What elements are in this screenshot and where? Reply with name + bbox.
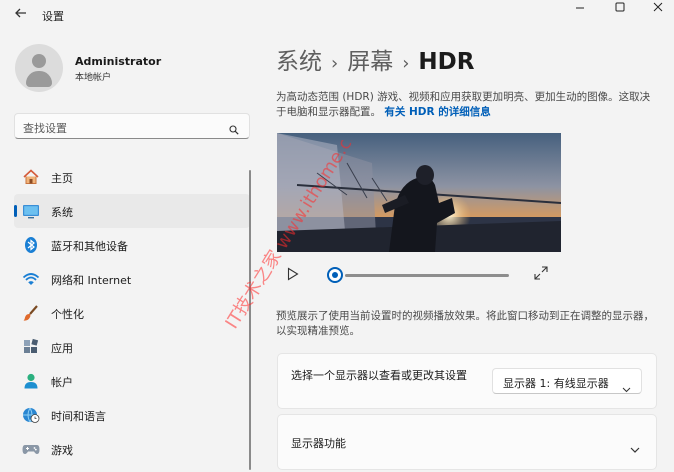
breadcrumb: 系统 › 屏幕 › HDR [276,42,474,76]
wifi-icon [22,270,40,288]
hdr-description: 为高动态范围 (HDR) 游戏、视频和应用获取更加明亮、更加生动的图像。这取决于… [276,90,656,120]
hdr-learn-more-link[interactable]: 有关 HDR 的详细信息 [384,106,490,118]
account-icon [22,372,40,390]
sidebar-item-label: 网络和 Internet [51,274,132,287]
sidebar-item-label: 应用 [51,342,73,355]
account-type: 本地帐户 [75,73,112,83]
maximize-icon[interactable] [606,2,634,16]
sidebar-item-time-language[interactable]: 时间和语言 [14,398,250,432]
sidebar-item-gaming[interactable]: 游戏 [14,432,250,466]
sidebar-item-label: 系统 [51,206,73,219]
sidebar-item-label: 蓝牙和其他设备 [51,240,128,253]
sidebar-item-system[interactable]: 系统 [14,194,250,228]
display-select-dropdown[interactable]: 显示器 1: 有线显示器 [492,368,642,394]
sidebar-item-home[interactable]: 主页 [14,160,250,194]
preview-description: 预览展示了使用当前设置时的视频播放效果。将此窗口移动到正在调整的显示器，以实现精… [276,310,654,337]
hdr-video-preview [277,133,561,252]
app-title: 设置 [42,10,64,23]
display-select-label: 选择一个显示器以查看或更改其设置 [291,369,467,382]
search-placeholder: 查找设置 [23,122,67,135]
active-indicator [14,205,17,217]
display-features-card[interactable]: 显示器功能 [277,414,657,470]
display-select-value: 显示器 1: 有线显示器 [503,377,609,390]
sidebar-scrollbar[interactable] [249,170,251,470]
sidebar-item-bluetooth[interactable]: 蓝牙和其他设备 [14,228,250,262]
home-icon [22,168,40,186]
gamepad-icon [22,440,40,458]
sidebar-item-label: 游戏 [51,444,73,457]
play-icon[interactable] [287,266,299,281]
search-input[interactable]: 查找设置 [14,113,250,139]
globe-clock-icon [22,406,40,424]
breadcrumb-item-system[interactable]: 系统 [276,49,322,75]
chevron-down-icon[interactable] [630,439,640,453]
system-display-icon [22,202,40,220]
sidebar-item-apps[interactable]: 应用 [14,330,250,364]
page-title: HDR [418,49,475,75]
sidebar-nav: 主页 系统 蓝牙和其他设备 网络和 Internet 个性化 应用 帐户 时间和… [14,160,250,466]
chevron-down-icon [622,378,631,393]
sidebar-item-label: 帐户 [51,376,73,389]
title-bar: 设置 [0,0,674,30]
sidebar-item-personalization[interactable]: 个性化 [14,296,250,330]
chevron-right-icon: › [331,53,339,74]
chevron-right-icon: › [402,53,410,74]
sidebar-item-label: 个性化 [51,308,84,321]
back-arrow-icon[interactable] [12,6,30,24]
display-features-label: 显示器功能 [291,437,346,450]
bluetooth-icon [22,236,40,254]
display-select-card: 选择一个显示器以查看或更改其设置 显示器 1: 有线显示器 [277,353,657,409]
sidebar-item-accounts[interactable]: 帐户 [14,364,250,398]
paintbrush-icon [22,304,40,322]
sidebar-item-network[interactable]: 网络和 Internet [14,262,250,296]
sidebar-item-label: 主页 [51,172,73,185]
apps-icon [22,338,40,356]
seek-slider-track[interactable] [345,274,509,277]
video-player-controls [287,262,557,292]
close-icon[interactable] [644,2,672,16]
avatar-head [32,54,46,68]
seek-slider-thumb[interactable] [327,267,343,283]
avatar[interactable] [15,44,63,92]
fullscreen-icon[interactable] [534,265,548,280]
minimize-icon[interactable] [566,2,594,16]
sidebar-item-label: 时间和语言 [51,410,106,423]
avatar-body [26,71,52,87]
breadcrumb-item-display[interactable]: 屏幕 [347,49,393,75]
account-name: Administrator [75,55,162,68]
search-icon[interactable] [229,120,239,135]
